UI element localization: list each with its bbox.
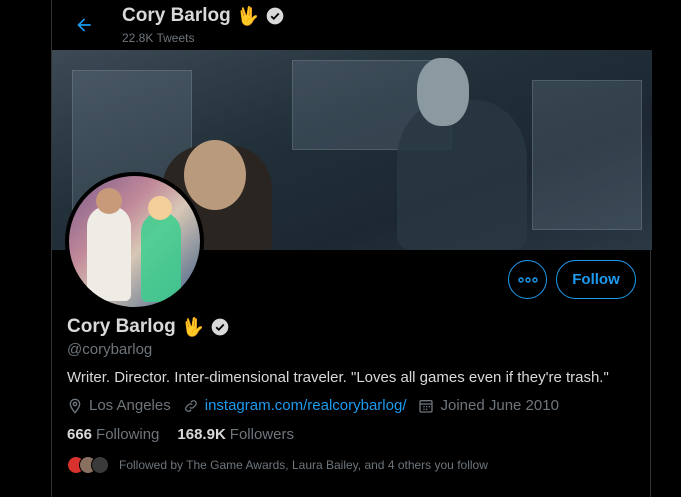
header-name-text: Cory Barlog: [122, 5, 231, 26]
verified-badge-icon: [211, 318, 229, 336]
profile-handle: @corybarlog: [67, 341, 153, 358]
follow-button[interactable]: Follow: [556, 260, 636, 299]
header-name: Cory Barlog 🖖: [122, 5, 285, 27]
location-item: Los Angeles: [67, 397, 171, 414]
vulcan-salute-icon: 🖖: [181, 316, 205, 337]
profile-bio: Writer. Director. Inter-dimensional trav…: [67, 369, 609, 386]
profile-stats: 666 Following 168.9K Followers: [67, 426, 294, 443]
joined-text: Joined June 2010: [440, 397, 559, 414]
calendar-icon: [419, 399, 434, 413]
profile-name: Cory Barlog 🖖: [67, 316, 230, 338]
followers-label: Followers: [229, 426, 294, 443]
profile-name-text: Cory Barlog: [67, 316, 176, 337]
following-stat[interactable]: 666 Following: [67, 426, 159, 443]
followed-by[interactable]: Followed by The Game Awards, Laura Baile…: [67, 456, 488, 474]
more-dots-icon: [517, 276, 538, 283]
following-count: 666: [67, 426, 93, 443]
profile-header: Cory Barlog 🖖 22.8K Tweets: [52, 0, 652, 50]
vulcan-salute-icon: 🖖: [236, 5, 260, 26]
website-link[interactable]: instagram.com/realcorybarlog/: [205, 397, 407, 414]
profile-meta: Los Angeles instagram.com/realcorybarlog…: [67, 397, 571, 414]
back-button[interactable]: [68, 9, 100, 41]
profile-column: Cory Barlog 🖖 22.8K Tweets Follow Cory B…: [51, 0, 652, 497]
followers-stat[interactable]: 168.9K Followers: [177, 426, 294, 443]
joined-item: Joined June 2010: [418, 397, 559, 414]
followed-by-text: Followed by The Game Awards, Laura Baile…: [119, 458, 488, 472]
tweet-count: 22.8K Tweets: [122, 31, 195, 45]
follower-avatar: [91, 456, 109, 474]
verified-badge-icon: [266, 7, 284, 25]
arrow-left-icon: [77, 18, 91, 32]
location-text: Los Angeles: [89, 397, 171, 414]
website-item: instagram.com/realcorybarlog/: [183, 397, 407, 414]
avatar[interactable]: [65, 172, 204, 311]
following-label: Following: [96, 426, 160, 443]
link-icon: [184, 399, 197, 412]
location-pin-icon: [69, 398, 81, 414]
more-options-button[interactable]: [508, 260, 547, 299]
left-gutter: [0, 0, 51, 497]
followers-count: 168.9K: [177, 426, 226, 443]
